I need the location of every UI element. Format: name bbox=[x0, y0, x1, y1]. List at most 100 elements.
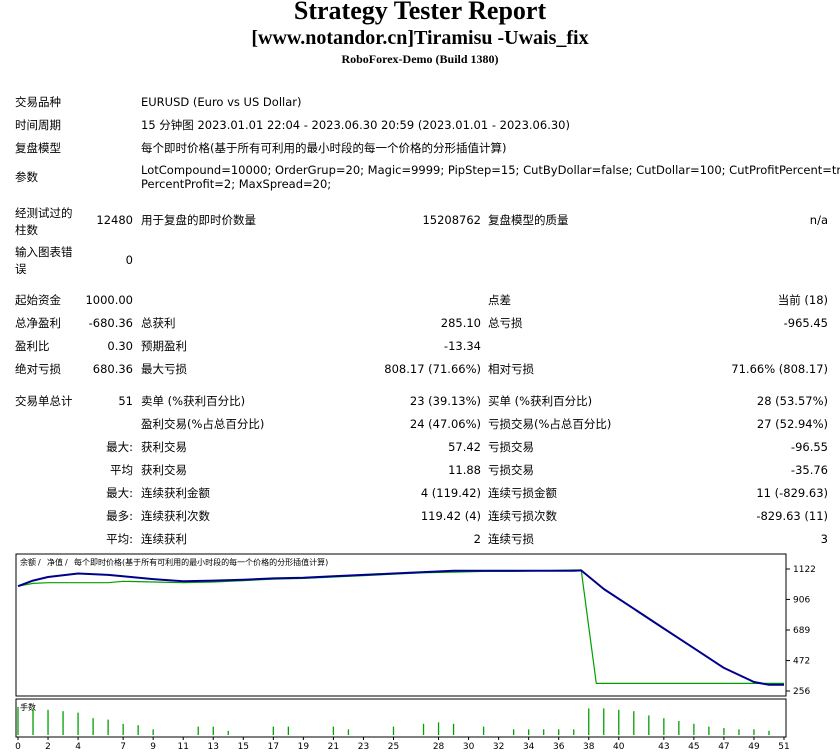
x-tick-label: 43 bbox=[658, 742, 669, 752]
profit-trades-value: 24 (47.06%) bbox=[409, 417, 481, 431]
loss-trades-label: 亏损交易(%占总百分比) bbox=[488, 417, 612, 431]
model-label: 复盘模型 bbox=[15, 141, 61, 155]
lots-plot-frame bbox=[15, 698, 787, 738]
average-loss-value: -35.76 bbox=[790, 463, 828, 477]
absdd-label: 绝对亏损 bbox=[15, 362, 61, 376]
y-tick-label: 472 bbox=[793, 657, 810, 667]
bars-label: 经测试过的柱数 bbox=[15, 206, 73, 237]
x-tick-label: 49 bbox=[748, 742, 760, 752]
spread-value: 当前 (18) bbox=[777, 293, 828, 307]
short-label: 卖单 (%获利百分比) bbox=[141, 394, 246, 408]
largest-loss-value: -96.55 bbox=[790, 440, 828, 454]
x-tick-label: 51 bbox=[778, 742, 789, 752]
maxdd-value: 808.17 (71.66%) bbox=[384, 362, 481, 376]
reldd-value: 71.66% (808.17) bbox=[731, 362, 828, 376]
reldd-label: 相对亏损 bbox=[488, 362, 534, 376]
x-tick-label: 34 bbox=[523, 742, 535, 752]
maxcons-wins-label: 连续获利金额 bbox=[141, 486, 210, 500]
payoff-value: -13.34 bbox=[443, 339, 481, 353]
deposit-label: 起始资金 bbox=[15, 293, 61, 307]
maxcons-label: 最大: bbox=[106, 486, 133, 500]
x-tick-label: 17 bbox=[268, 742, 279, 752]
avgcons-losses-label: 连续亏损 bbox=[488, 532, 534, 546]
x-tick-label: 19 bbox=[298, 742, 310, 752]
symbol-label: 交易品种 bbox=[15, 95, 61, 109]
profit-trades-label: 盈利交易(%占总百分比) bbox=[141, 417, 265, 431]
x-tick-label: 25 bbox=[388, 742, 399, 752]
period-label: 时间周期 bbox=[15, 118, 61, 132]
spread-label: 点差 bbox=[488, 293, 511, 307]
x-tick-label: 15 bbox=[238, 742, 249, 752]
maxmost-wins-label: 连续获利次数 bbox=[141, 509, 210, 523]
largest-profit-label: 获利交易 bbox=[141, 440, 187, 454]
long-label: 买单 (%获利百分比) bbox=[488, 394, 593, 408]
maxdd-label: 最大亏损 bbox=[141, 362, 187, 376]
params-label: 参数 bbox=[15, 170, 38, 184]
quality-value: n/a bbox=[809, 213, 828, 227]
trades-label: 交易单总计 bbox=[15, 394, 73, 408]
avgcons-label: 平均: bbox=[106, 532, 133, 546]
x-tick-label: 38 bbox=[583, 742, 595, 752]
deposit-value: 1000.00 bbox=[85, 293, 133, 307]
largest-profit-value: 57.42 bbox=[448, 440, 481, 454]
model-value: 每个即时价格(基于所有可利用的最小时段的每一个价格的分形插值计算) bbox=[141, 141, 507, 155]
errors-label: 输入图表错误 bbox=[15, 245, 73, 276]
x-tick-label: 7 bbox=[120, 742, 126, 752]
short-value: 23 (39.13%) bbox=[409, 394, 481, 408]
maxcons-wins-value: 4 (119.42) bbox=[420, 486, 481, 500]
x-tick-label: 45 bbox=[688, 742, 699, 752]
legend-balance: 余额 bbox=[20, 557, 36, 567]
period-value: 15 分钟图 2023.01.01 22:04 - 2023.06.30 20:… bbox=[141, 118, 570, 132]
params-line-1: LotCompound=10000; OrderGrup=20; Magic=9… bbox=[141, 163, 840, 177]
pf-value: 0.30 bbox=[107, 339, 133, 353]
legend-slash-2: / bbox=[65, 558, 68, 567]
grossprofit-value: 285.10 bbox=[440, 316, 481, 330]
largest-label: 最大: bbox=[106, 440, 133, 454]
loss-trades-value: 27 (52.94%) bbox=[756, 417, 828, 431]
x-tick-label: 28 bbox=[433, 742, 445, 752]
x-tick-label: 9 bbox=[150, 742, 156, 752]
x-tick-label: 32 bbox=[493, 742, 504, 752]
chart-plot-frame bbox=[15, 553, 787, 697]
x-tick-label: 30 bbox=[463, 742, 475, 752]
average-profit-value: 11.88 bbox=[448, 463, 481, 477]
grossloss-value: -965.45 bbox=[783, 316, 828, 330]
maxmost-wins-value: 119.42 (4) bbox=[420, 509, 481, 523]
y-tick-label: 1122 bbox=[793, 565, 816, 575]
maxmost-losses-label: 连续亏损次数 bbox=[488, 509, 557, 523]
avgcons-wins-label: 连续获利 bbox=[141, 532, 187, 546]
y-tick-label: 906 bbox=[793, 595, 810, 605]
maxcons-losses-label: 连续亏损金额 bbox=[488, 486, 557, 500]
x-tick-label: 36 bbox=[553, 742, 565, 752]
x-tick-label: 13 bbox=[208, 742, 219, 752]
netprofit-label: 总净盈利 bbox=[15, 316, 61, 330]
ticks-label: 用于复盘的即时价数量 bbox=[141, 213, 256, 227]
report-title: Strategy Tester Report bbox=[293, 0, 547, 25]
grossloss-label: 总亏损 bbox=[488, 316, 523, 330]
x-tick-label: 40 bbox=[613, 742, 625, 752]
symbol-value: EURUSD (Euro vs US Dollar) bbox=[141, 95, 302, 109]
quality-label: 复盘模型的质量 bbox=[488, 213, 569, 227]
average-loss-label: 亏损交易 bbox=[488, 463, 534, 477]
x-tick-label: 11 bbox=[177, 742, 188, 752]
x-tick-label: 2 bbox=[45, 742, 51, 752]
maxmost-losses-value: -829.63 (11) bbox=[756, 509, 828, 523]
ticks-value: 15208762 bbox=[422, 213, 481, 227]
average-profit-label: 获利交易 bbox=[141, 463, 187, 477]
params-line-2: PercentProfit=2; MaxSpread=20; bbox=[141, 177, 332, 191]
absdd-value: 680.36 bbox=[92, 362, 133, 376]
y-tick-label: 256 bbox=[793, 687, 810, 697]
x-tick-label: 0 bbox=[15, 742, 21, 752]
avgcons-wins-value: 2 bbox=[473, 532, 481, 546]
pf-label: 盈利比 bbox=[15, 339, 50, 353]
x-tick-label: 21 bbox=[328, 742, 339, 752]
legend-model: 每个即时价格(基于所有可利用的最小时段的每一个价格的分形插值计算) bbox=[74, 557, 328, 567]
largest-loss-label: 亏损交易 bbox=[488, 440, 534, 454]
avgcons-losses-value: 3 bbox=[820, 532, 828, 546]
y-tick-label: 689 bbox=[793, 626, 810, 636]
bars-value: 12480 bbox=[96, 213, 133, 227]
errors-value: 0 bbox=[125, 253, 133, 267]
trades-value: 51 bbox=[118, 394, 133, 408]
report-server: RoboForex-Demo (Build 1380) bbox=[341, 52, 499, 66]
average-label: 平均 bbox=[110, 463, 133, 477]
